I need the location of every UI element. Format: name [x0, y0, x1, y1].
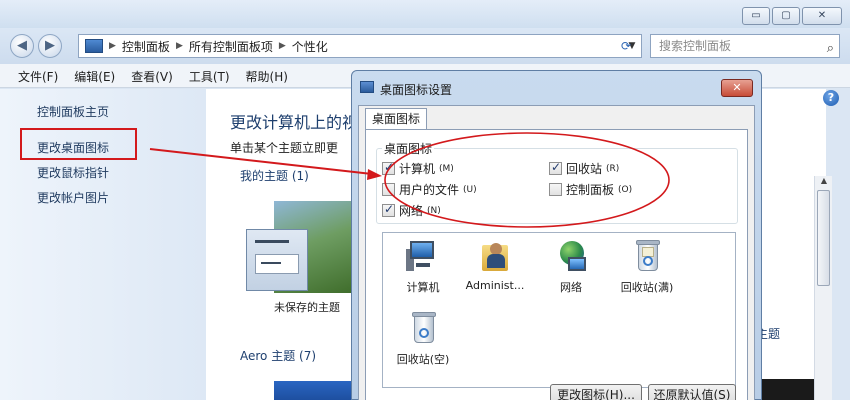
checkbox-recycle-bin[interactable]: 回收站(R): [549, 160, 619, 177]
checkbox-computer[interactable]: 计算机(M): [382, 160, 454, 177]
link-change-mouse-pointers[interactable]: 更改鼠标指针: [37, 164, 109, 181]
chevron-right-icon: ▶: [175, 41, 183, 51]
address-bar[interactable]: ▶ 控制面板 ▶ 所有控制面板项 ▶ 个性化 ▼: [78, 34, 642, 58]
restore-default-button[interactable]: 还原默认值(S): [648, 384, 736, 400]
page-subtitle: 单击某个主题立即更: [230, 141, 339, 155]
link-change-account-picture[interactable]: 更改帐户图片: [37, 189, 109, 206]
window-controls: ▭ ▢ ✕: [742, 7, 842, 25]
breadcrumb-personalization[interactable]: 个性化: [292, 38, 328, 55]
address-row: ◀ ▶ ▶ 控制面板 ▶ 所有控制面板项 ▶ 个性化 ▼ ⟳ 搜索控制面板 ⌕: [0, 28, 850, 64]
dialog-title-icon: [360, 81, 374, 93]
minimize-button[interactable]: ▭: [742, 7, 770, 25]
checkbox-user-files[interactable]: 用户的文件 (U): [382, 181, 477, 198]
desktop-icons-preview: 计算机 Administ... 网络 回收站(满) 回收站(空): [382, 232, 736, 388]
aero-theme-thumbnail[interactable]: [274, 381, 362, 400]
menu-tools[interactable]: 工具(T): [181, 64, 238, 87]
aero-themes-group: Aero 主题 (7): [240, 349, 317, 363]
checkbox-box[interactable]: [549, 160, 562, 175]
checkbox-box[interactable]: [382, 183, 395, 196]
recycle-bin-full-icon: [630, 239, 664, 273]
help-icon[interactable]: ?: [823, 90, 839, 106]
dialog-body: 桌面图标 桌面图标 计算机(M) 回收站(R) 用户的文件(U) 控制面板(O): [358, 105, 755, 400]
breadcrumb-control-panel[interactable]: 控制面板: [122, 38, 170, 55]
computer-icon: [406, 239, 440, 273]
groupbox-label: 桌面图标: [382, 140, 435, 157]
icon-item-network[interactable]: 网络: [531, 239, 611, 295]
back-button[interactable]: ◀: [10, 34, 34, 58]
search-placeholder: 搜索控制面板: [659, 39, 732, 53]
checkbox-box[interactable]: [382, 160, 395, 175]
highlight-box: [20, 128, 137, 160]
link-control-panel-home[interactable]: 控制面板主页: [37, 103, 109, 120]
refresh-icon[interactable]: ⟳: [616, 37, 636, 55]
desktop-icon-settings-dialog: 桌面图标设置 ✕ 桌面图标 桌面图标 计算机(M) 回收站(R) 用户的文件(U…: [351, 70, 762, 400]
icon-item-recycle-bin-empty[interactable]: 回收站(空): [383, 311, 463, 367]
menu-help[interactable]: 帮助(H): [238, 64, 296, 87]
recycle-bin-empty-icon: [406, 311, 440, 345]
search-input[interactable]: 搜索控制面板 ⌕: [650, 34, 840, 58]
chevron-right-icon: ▶: [109, 41, 116, 51]
checkbox-network[interactable]: 网络(N): [382, 202, 441, 219]
my-themes-group: 我的主题 (1): [240, 169, 309, 183]
scroll-up-icon[interactable]: ▲: [815, 176, 833, 190]
breadcrumb-all-items[interactable]: 所有控制面板项: [189, 38, 273, 55]
scroll-thumb[interactable]: [817, 190, 830, 286]
checkbox-box[interactable]: [549, 183, 562, 196]
window-color-icon: [246, 229, 308, 291]
dialog-close-button[interactable]: ✕: [721, 79, 753, 97]
user-folder-icon: [478, 239, 512, 273]
menu-edit[interactable]: 编辑(E): [66, 64, 123, 87]
dialog-title: 桌面图标设置: [380, 83, 453, 97]
unsaved-theme-label[interactable]: 未保存的主题: [274, 299, 340, 315]
tab-desktop-icons[interactable]: 桌面图标: [365, 108, 427, 130]
change-icon-button[interactable]: 更改图标(H)...: [550, 384, 642, 400]
page-title: 更改计算机上的视: [230, 113, 359, 132]
window-titlebar: ▭ ▢ ✕: [0, 0, 850, 28]
maximize-button[interactable]: ▢: [772, 7, 800, 25]
icon-item-computer[interactable]: 计算机: [383, 239, 463, 295]
forward-button[interactable]: ▶: [38, 34, 62, 58]
chevron-right-icon: ▶: [278, 41, 286, 51]
icon-item-recycle-bin-full[interactable]: 回收站(满): [607, 239, 687, 295]
control-panel-icon: [85, 39, 103, 53]
network-icon: [554, 239, 588, 273]
tab-panel: 桌面图标 计算机(M) 回收站(R) 用户的文件(U) 控制面板(O) 网络(N…: [365, 129, 748, 400]
close-button[interactable]: ✕: [802, 7, 842, 25]
search-icon[interactable]: ⌕: [827, 38, 834, 60]
icon-item-user-files[interactable]: Administ...: [455, 239, 535, 292]
menu-view[interactable]: 查看(V): [123, 64, 181, 87]
menu-file[interactable]: 文件(F): [10, 64, 66, 87]
checkbox-control-panel[interactable]: 控制面板 (O): [549, 181, 632, 198]
vertical-scrollbar[interactable]: ▲: [814, 176, 832, 400]
checkbox-box[interactable]: [382, 202, 395, 217]
